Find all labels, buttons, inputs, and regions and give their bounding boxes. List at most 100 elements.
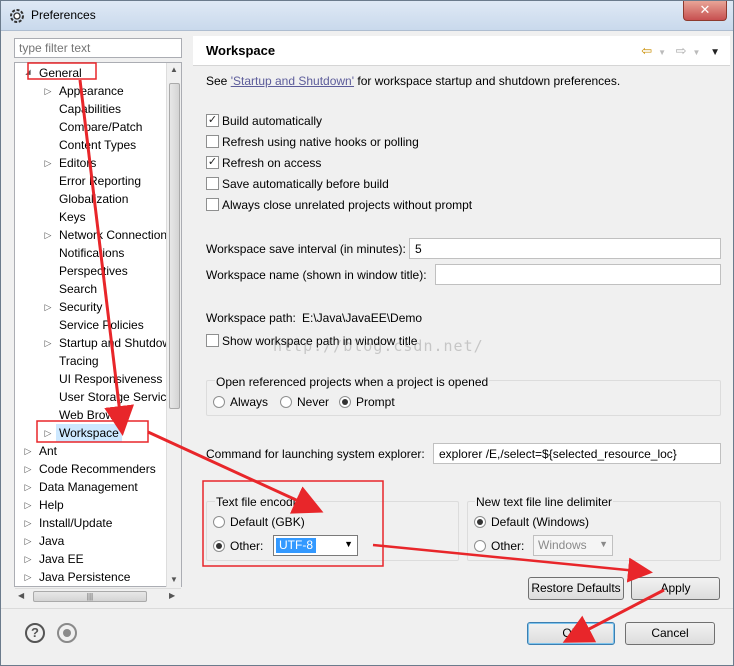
tree-item[interactable]: Search (15, 280, 167, 298)
tree-item[interactable]: ▷ Help (15, 496, 167, 514)
collapsed-twisty-icon[interactable]: ▷ (23, 550, 33, 568)
forward-arrow-icon[interactable]: ⇨ (676, 43, 687, 58)
tree-item-label: Error Reporting (59, 174, 142, 188)
collapsed-twisty-icon[interactable]: ▷ (23, 478, 33, 496)
see-startup-text: See 'Startup and Shutdown' for workspace… (206, 74, 620, 88)
delimiter-other-radio[interactable] (474, 540, 486, 552)
question-icon[interactable]: ? (25, 623, 45, 643)
encoding-default-radio[interactable] (213, 516, 225, 528)
show-path-checkbox[interactable] (206, 334, 219, 347)
scroll-thumb-horizontal[interactable]: ||| (33, 591, 147, 602)
see-suffix: for workspace startup and shutdown prefe… (354, 74, 621, 88)
view-menu-icon[interactable]: ▼ (710, 47, 720, 58)
preference-tree[interactable]: ◢ General ▷ Appearance Capabilities Compare/P… (14, 62, 182, 587)
open-prompt-radio[interactable] (339, 396, 351, 408)
collapsed-twisty-icon[interactable]: ▷ (43, 226, 53, 244)
tree-item-label: Keys (59, 210, 86, 224)
open-always-radio[interactable] (213, 396, 225, 408)
tree-item[interactable]: UI Responsiveness M (15, 370, 176, 388)
encoding-default-label: Default (GBK) (230, 515, 305, 529)
tree-item[interactable]: ▷ Ant (15, 442, 167, 460)
tree-item[interactable]: ▷ Startup and Shutdown (15, 334, 178, 352)
page-header: Workspace ⇦ ▼ ⇨ ▼ ▼ (193, 36, 730, 66)
refresh-native-hooks-checkbox[interactable] (206, 135, 219, 148)
tree-item[interactable]: ▷ Java (15, 532, 167, 550)
apply-button[interactable]: Apply (631, 577, 720, 600)
tree-item[interactable]: ◢ General (15, 64, 167, 82)
tree-item[interactable]: Compare/Patch (15, 118, 167, 136)
tree-vertical-scrollbar[interactable]: ▲ ▼ (166, 63, 181, 587)
scroll-thumb[interactable] (169, 83, 180, 409)
tree-item[interactable]: Tracing (15, 352, 167, 370)
scroll-down-icon[interactable]: ▼ (170, 575, 178, 584)
tree-item[interactable]: Notifications (15, 244, 167, 262)
save-interval-input[interactable]: 5 (409, 238, 721, 259)
collapsed-twisty-icon[interactable]: ▷ (43, 154, 53, 172)
tree-item[interactable]: User Storage Service (15, 388, 173, 406)
collapsed-twisty-icon[interactable]: ▷ (23, 442, 33, 460)
save-before-build-checkbox[interactable] (206, 177, 219, 190)
restore-defaults-button[interactable]: Restore Defaults (528, 577, 624, 600)
tree-item[interactable]: Service Policies (15, 316, 167, 334)
workspace-name-input[interactable] (435, 264, 721, 285)
tree-item[interactable]: Content Types (15, 136, 167, 154)
tree-item[interactable]: ▷ Java EE (15, 550, 167, 568)
delimiter-select[interactable]: Windows ▼ (533, 535, 613, 556)
collapsed-twisty-icon[interactable]: ▷ (23, 532, 33, 550)
tree-item[interactable]: ▷ Java Persistence (15, 568, 167, 586)
scroll-up-icon[interactable]: ▲ (170, 65, 178, 74)
open-projects-label: Open referenced projects when a project … (215, 375, 490, 389)
build-automatically-checkbox[interactable]: ✓ (206, 114, 219, 127)
back-dropdown-icon[interactable]: ▼ (658, 48, 666, 57)
filter-input[interactable] (14, 38, 182, 58)
title-bar: Preferences ✕ (1, 1, 733, 31)
forward-dropdown-icon[interactable]: ▼ (693, 48, 701, 57)
tree-item[interactable]: ▷ Code Recommenders (15, 460, 167, 478)
tree-item[interactable]: Keys (15, 208, 167, 226)
tree-item-label: UI Responsiveness M (59, 372, 176, 386)
record-icon[interactable] (57, 623, 77, 643)
open-never-radio[interactable] (280, 396, 292, 408)
tree-item[interactable]: Perspectives (15, 262, 167, 280)
refresh-on-access-checkbox[interactable]: ✓ (206, 156, 219, 169)
scroll-left-icon[interactable]: ◀ (18, 591, 24, 600)
collapsed-twisty-icon[interactable]: ▷ (43, 82, 53, 100)
delimiter-default-radio[interactable] (474, 516, 486, 528)
collapsed-twisty-icon[interactable]: ▷ (23, 514, 33, 532)
tree-item[interactable]: Error Reporting (15, 172, 167, 190)
tree-item[interactable]: ▷ Data Management (15, 478, 167, 496)
tree-item-label: Network Connection (59, 228, 168, 242)
preferences-window: Preferences ✕ ◢ General ▷ Appearance Capabil… (0, 0, 734, 666)
tree-item[interactable]: Web Browser (15, 406, 167, 424)
cancel-button[interactable]: Cancel (625, 622, 715, 645)
tree-item[interactable]: ▷ Install/Update (15, 514, 167, 532)
tree-item-label: Appearance (59, 84, 124, 98)
expanded-twisty-icon[interactable]: ◢ (23, 64, 33, 82)
collapsed-twisty-icon[interactable]: ▷ (23, 568, 33, 586)
tree-item[interactable]: ▷ Security (15, 298, 167, 316)
close-window-button[interactable]: ✕ (683, 1, 727, 21)
collapsed-twisty-icon[interactable]: ▷ (23, 496, 33, 514)
collapsed-twisty-icon[interactable]: ▷ (23, 460, 33, 478)
tree-item[interactable]: ▷ Workspace (15, 424, 167, 442)
tree-horizontal-scrollbar[interactable]: ◀ ||| ▶ (15, 588, 181, 603)
tree-item[interactable]: Globalization (15, 190, 167, 208)
ok-button[interactable]: OK (527, 622, 615, 645)
tree-item[interactable]: Capabilities (15, 100, 167, 118)
back-arrow-icon[interactable]: ⇦ (641, 43, 652, 58)
tree-item[interactable]: ▷ Network Connection (15, 226, 168, 244)
encoding-select[interactable]: UTF-8 ▼ (273, 535, 358, 556)
encoding-value: UTF-8 (276, 538, 316, 553)
tree-item[interactable]: ▷ Editors (15, 154, 167, 172)
system-explorer-input[interactable]: explorer /E,/select=${selected_resource_… (433, 443, 721, 464)
close-unrelated-projects-checkbox[interactable] (206, 198, 219, 211)
tree-item-label: Search (59, 282, 98, 296)
encoding-other-radio[interactable] (213, 540, 225, 552)
checkbox-label: Refresh using native hooks or polling (222, 135, 419, 149)
collapsed-twisty-icon[interactable]: ▷ (43, 334, 53, 352)
startup-shutdown-link[interactable]: 'Startup and Shutdown' (231, 74, 354, 88)
scroll-right-icon[interactable]: ▶ (169, 591, 175, 600)
collapsed-twisty-icon[interactable]: ▷ (43, 424, 53, 442)
tree-item[interactable]: ▷ Appearance (15, 82, 167, 100)
collapsed-twisty-icon[interactable]: ▷ (43, 298, 53, 316)
